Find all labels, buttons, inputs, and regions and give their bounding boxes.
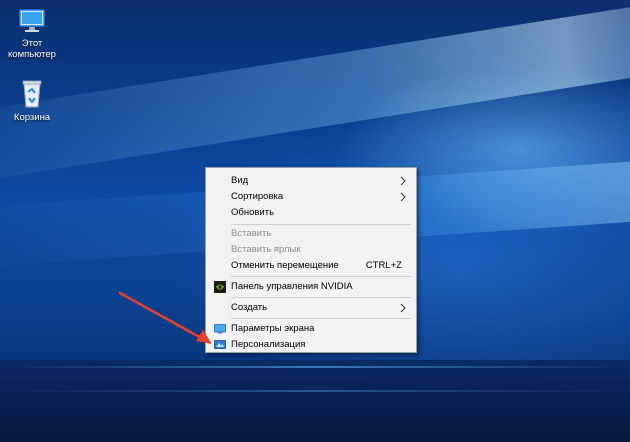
desktop-icon-label: Этот (21, 38, 43, 49)
menu-item-view[interactable]: Вид (206, 173, 416, 189)
menu-item-label: Вид (231, 175, 249, 186)
menu-item-label: Сортировка (231, 191, 284, 202)
wallpaper-floor-line (0, 390, 630, 392)
desktop-icon-label: Корзина (13, 112, 51, 123)
this-pc-icon (19, 9, 45, 32)
menu-item-display-settings[interactable]: Параметры экрана (206, 321, 416, 337)
menu-item-paste-shortcut: Вставить ярлык (206, 242, 416, 258)
chevron-right-icon (400, 303, 406, 313)
menu-item-sort[interactable]: Сортировка (206, 189, 416, 205)
menu-item-nvidia-control-panel[interactable]: Панель управления NVIDIA (206, 279, 416, 295)
menu-item-label: Панель управления NVIDIA (231, 281, 353, 292)
menu-item-paste: Вставить (206, 226, 416, 242)
menu-item-label: Вставить (231, 228, 272, 239)
menu-separator (231, 318, 411, 319)
chevron-right-icon (400, 192, 406, 202)
menu-item-label: Отменить перемещение (231, 260, 339, 271)
display-settings-icon (214, 324, 226, 334)
menu-item-undo-move[interactable]: Отменить перемещение CTRL+Z (206, 258, 416, 274)
menu-item-refresh[interactable]: Обновить (206, 205, 416, 221)
wallpaper-floor-line (0, 366, 630, 368)
wallpaper-light-beam (0, 0, 630, 190)
menu-separator (231, 224, 411, 225)
menu-separator (231, 297, 411, 298)
menu-item-shortcut: CTRL+Z (365, 260, 402, 271)
menu-item-label: Персонализация (231, 339, 306, 350)
recycle-bin-icon (22, 80, 42, 108)
desktop-icon-label: компьютер (8, 49, 56, 60)
menu-item-label: Создать (231, 302, 268, 313)
personalization-icon (214, 340, 226, 349)
menu-item-new[interactable]: Создать (206, 300, 416, 316)
menu-item-personalization[interactable]: Персонализация (206, 337, 416, 353)
desktop-icon-this-pc[interactable]: Этот компьютер (0, 6, 64, 60)
desktop-icon-recycle-bin[interactable]: Корзина (0, 78, 64, 123)
wallpaper-floor (0, 360, 630, 442)
menu-separator (231, 276, 411, 277)
menu-item-label: Обновить (231, 207, 275, 218)
menu-item-label: Параметры экрана (231, 323, 315, 334)
nvidia-icon (214, 281, 226, 293)
desktop-context-menu: Вид Сортировка Обновить Вставить Вставит… (205, 167, 417, 353)
menu-item-label: Вставить ярлык (231, 244, 301, 255)
chevron-right-icon (400, 176, 406, 186)
